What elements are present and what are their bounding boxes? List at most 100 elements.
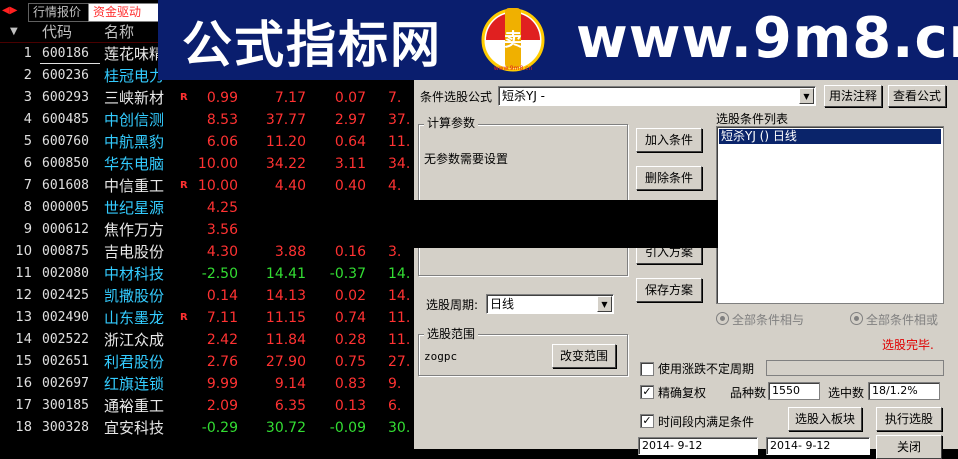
change-percent: 10.00 xyxy=(197,156,238,172)
change-amount: 0.13 xyxy=(334,398,366,414)
stock-name: 凯撒股份 xyxy=(104,287,165,305)
change-amount: -0.09 xyxy=(329,420,366,436)
table-row[interactable]: 6 600850 华东电脑 10.00 34.22 3.11 34. xyxy=(0,153,420,175)
exact-restore-label: 精确复权 xyxy=(658,386,707,400)
formula-select[interactable]: 短杀YJ - ▼ xyxy=(498,86,816,106)
change-percent: 9.99 xyxy=(206,376,238,392)
change-amount: 0.07 xyxy=(334,90,366,106)
table-row[interactable]: 13 002490 山东墨龙 R 7.11 11.15 0.74 11. xyxy=(0,307,420,329)
view-formula-button[interactable]: 查看公式 xyxy=(888,85,946,107)
change-amount: 0.74 xyxy=(334,310,366,326)
row-index: 6 xyxy=(23,156,32,171)
period-select[interactable]: 日线 ▼ xyxy=(486,294,614,314)
sort-down-icon[interactable]: ▼ xyxy=(10,26,18,37)
redaction-overlay xyxy=(414,200,718,248)
use-uncertain-checkbox[interactable] xyxy=(640,362,654,376)
change-range-button[interactable]: 改变范围 xyxy=(552,344,616,368)
change-percent: 4.25 xyxy=(206,200,238,216)
close-button[interactable]: 关闭 xyxy=(876,435,942,459)
banner-title: 公式指标网 xyxy=(182,16,442,74)
price: 3.88 xyxy=(274,244,306,260)
save-plan-button[interactable]: 保存方案 xyxy=(636,278,702,302)
stock-name: 世纪星源 xyxy=(104,199,165,217)
change-percent: 8.53 xyxy=(206,112,238,128)
add-condition-button[interactable]: 加入条件 xyxy=(636,128,702,152)
column-header-name[interactable]: 名称 xyxy=(104,22,134,42)
table-row[interactable]: 17 300185 通裕重工 2.09 6.35 0.13 6. xyxy=(0,395,420,417)
table-row[interactable]: 4 600485 中创信测 8.53 37.77 2.97 37. xyxy=(0,109,420,131)
price: 11.20 xyxy=(265,134,306,150)
change-amount: 0.02 xyxy=(334,288,366,304)
all-and-radio[interactable] xyxy=(716,312,729,325)
all-or-radio[interactable] xyxy=(850,312,863,325)
delete-condition-button[interactable]: 删除条件 xyxy=(636,166,702,190)
price: 27.90 xyxy=(265,354,306,370)
stock-code: 600850 xyxy=(42,156,89,171)
row-index: 7 xyxy=(23,178,32,193)
stock-code: 000612 xyxy=(42,222,89,237)
stock-name: 浙江众成 xyxy=(104,331,165,349)
stock-code: 600293 xyxy=(42,90,89,105)
table-row[interactable]: 16 002697 红旗连锁 9.99 9.14 0.83 9. xyxy=(0,373,420,395)
calc-params-title: 计算参数 xyxy=(424,116,479,130)
condition-list-item[interactable]: 短杀YJ () 日线 xyxy=(719,129,941,144)
date-start-value: 2014- 9-12 xyxy=(642,439,703,452)
table-row[interactable]: 12 002425 凯撒股份 0.14 14.13 0.02 14. xyxy=(0,285,420,307)
stock-name: 利君股份 xyxy=(104,353,165,371)
all-and-label: 全部条件相与 xyxy=(732,313,805,327)
condition-listbox[interactable]: 短杀YJ () 日线 xyxy=(716,126,944,304)
table-row[interactable]: 18 300328 宜安科技 -0.29 30.72 -0.09 30. xyxy=(0,417,420,439)
table-row[interactable]: 10 000875 吉电股份 4.30 3.88 0.16 3. xyxy=(0,241,420,263)
to-board-button[interactable]: 选股入板块 xyxy=(788,407,862,431)
scroll-arrows-icon[interactable]: ◀▶ xyxy=(2,4,20,18)
row-index: 2 xyxy=(23,68,32,83)
change-amount xyxy=(312,219,366,241)
column-header-code[interactable]: 代码 xyxy=(42,22,72,42)
change-percent: 0.99 xyxy=(206,90,238,106)
variety-field: 1550 xyxy=(768,382,820,400)
table-row[interactable]: 5 600760 中航黑豹 6.06 11.20 0.64 11. xyxy=(0,131,420,153)
date-start-picker[interactable]: 2014- 9-12 xyxy=(638,437,758,455)
tab-capital-drive[interactable]: 资金驱动 xyxy=(88,3,164,22)
row-index: 14 xyxy=(15,332,32,347)
price xyxy=(246,219,306,241)
table-row[interactable]: 9 000612 焦作万方 3.56 xyxy=(0,219,420,241)
execute-button[interactable]: 执行选股 xyxy=(876,407,942,431)
usage-button[interactable]: 用法注释 xyxy=(824,85,882,107)
stock-name: 三峡新材 xyxy=(104,89,165,107)
change-amount: 0.75 xyxy=(334,354,366,370)
use-uncertain-label: 使用涨跌不定周期 xyxy=(658,362,755,376)
table-row[interactable]: 11 002080 中材科技 -2.50 14.41 -0.37 14. xyxy=(0,263,420,285)
price: 30.72 xyxy=(265,420,306,436)
exact-restore-checkbox[interactable]: ✓ xyxy=(640,385,654,399)
selected-label: 选中数 xyxy=(828,386,865,400)
stock-code: 002080 xyxy=(42,266,89,281)
price: 9.14 xyxy=(274,376,306,392)
date-end-picker[interactable]: 2014- 9-12 xyxy=(766,437,870,455)
condition-list-title: 选股条件列表 xyxy=(716,112,789,126)
change-percent: 7.11 xyxy=(206,310,238,326)
stock-code: 002490 xyxy=(42,310,89,325)
time-cond-checkbox[interactable]: ✓ xyxy=(640,414,654,428)
time-cond-label: 时间段内满足条件 xyxy=(658,415,755,429)
price xyxy=(246,197,306,219)
change-percent: 2.42 xyxy=(206,332,238,348)
table-row[interactable]: 7 601608 中信重工 R 10.00 4.40 0.40 4. xyxy=(0,175,420,197)
row-index: 15 xyxy=(15,354,32,369)
chevron-down-icon[interactable]: ▼ xyxy=(799,88,814,104)
stock-name: 红旗连锁 xyxy=(104,375,165,393)
change-percent: 6.06 xyxy=(206,134,238,150)
period-select-value: 日线 xyxy=(490,297,515,311)
tab-quotes[interactable]: 行情报价 xyxy=(28,3,90,22)
price: 37.77 xyxy=(265,112,306,128)
table-row[interactable]: 15 002651 利君股份 2.76 27.90 0.75 27. xyxy=(0,351,420,373)
table-row[interactable]: 14 002522 浙江众成 2.42 11.84 0.28 11. xyxy=(0,329,420,351)
stock-code: 002697 xyxy=(42,376,89,391)
table-row[interactable]: 8 000005 世纪星源 4.25 xyxy=(0,197,420,219)
table-row[interactable]: 3 600293 三峡新材 R 0.99 7.17 0.07 7. xyxy=(0,87,420,109)
chevron-down-icon[interactable]: ▼ xyxy=(597,296,612,312)
stock-code: 600236 xyxy=(42,68,89,83)
date-end-value: 2014- 9-12 xyxy=(770,439,831,452)
range-title: 选股范围 xyxy=(424,327,479,341)
price: 11.84 xyxy=(265,332,306,348)
